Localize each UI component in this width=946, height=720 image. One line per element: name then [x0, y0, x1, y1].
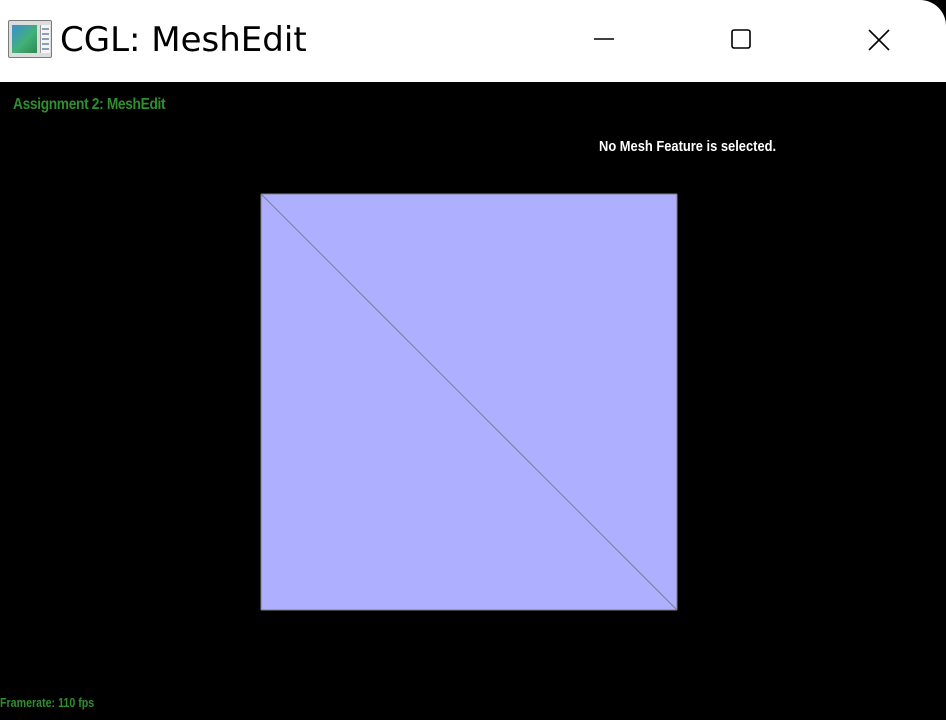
selection-status: No Mesh Feature is selected.: [599, 138, 777, 155]
close-icon: [868, 29, 890, 51]
maximize-icon: [731, 29, 751, 49]
framerate-readout: Framerate: 110 fps: [0, 695, 95, 710]
minimize-icon: [594, 38, 614, 40]
window-title: CGL: MeshEdit: [60, 20, 307, 60]
title-bar[interactable]: CGL: MeshEdit: [0, 0, 946, 82]
mesh-canvas[interactable]: [260, 193, 678, 611]
assignment-title: Assignment 2: MeshEdit: [13, 96, 166, 113]
close-button[interactable]: [849, 12, 909, 68]
app-window: CGL: MeshEdit Assignment 2: MeshEdit No …: [0, 0, 946, 720]
app-icon-pane-left: [12, 25, 37, 53]
mesh-viewport[interactable]: Assignment 2: MeshEdit No Mesh Feature i…: [0, 82, 946, 720]
maximize-button[interactable]: [711, 12, 771, 68]
app-icon-pane-right: [40, 25, 50, 53]
minimize-button[interactable]: [574, 12, 634, 68]
app-window-icon[interactable]: [8, 20, 52, 58]
